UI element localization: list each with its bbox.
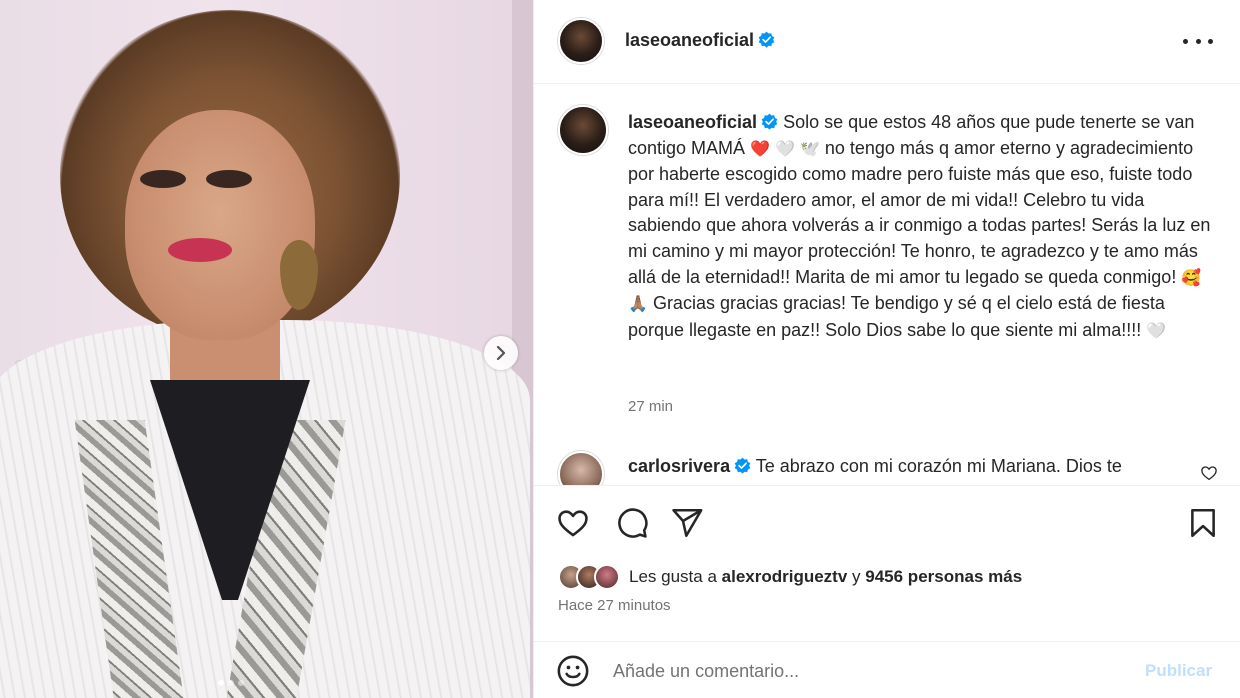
verified-badge-icon — [761, 113, 778, 130]
publish-button[interactable]: Publicar — [1145, 661, 1212, 681]
comment-item: carlosrivera Te abrazo con mi corazón mi… — [628, 454, 1198, 480]
liker-username[interactable]: alexrodrigueztv — [722, 567, 848, 586]
comment-bubble-icon — [618, 508, 648, 538]
dove-emoji: 🕊️ — [799, 140, 820, 158]
like-button[interactable] — [556, 506, 590, 540]
more-options-button[interactable] — [1183, 30, 1213, 52]
likes-prefix: Les gusta a — [629, 567, 717, 586]
comment-text: Te abrazo con mi corazón mi Mariana. Dio… — [755, 456, 1122, 476]
post-caption: laseoaneoficial Solo se que estos 48 año… — [628, 110, 1218, 344]
post-actions: Les gusta a alexrodrigueztv y 9456 perso… — [534, 485, 1240, 698]
verified-badge-icon — [758, 31, 775, 48]
verified-badge-icon — [734, 457, 751, 474]
carousel-next-button[interactable] — [484, 336, 518, 370]
likes-text: Les gusta a alexrodrigueztv y 9456 perso… — [629, 567, 1022, 587]
more-dot-icon — [1183, 38, 1188, 44]
face — [125, 110, 315, 340]
post-photo[interactable] — [0, 0, 533, 698]
folded-hands-emoji: 🙏🏽 — [628, 296, 648, 314]
carousel-dots — [218, 680, 244, 686]
comments-section[interactable]: laseoaneoficial Solo se que estos 48 año… — [534, 85, 1240, 485]
likes-conjunction: y — [852, 567, 861, 586]
red-heart-emoji: ❤️ — [750, 140, 770, 158]
white-heart-emoji: 🤍 — [775, 140, 795, 158]
save-button[interactable] — [1186, 506, 1220, 540]
send-paper-plane-icon — [672, 508, 703, 538]
post-date[interactable]: Hace 27 minutos — [558, 597, 671, 614]
add-comment-bar: Publicar — [534, 641, 1240, 698]
caption-avatar[interactable] — [558, 105, 608, 155]
emoji-smiley-icon[interactable] — [556, 654, 590, 688]
caption-text-part-3: Gracias gracias gracias! Te bendigo y sé… — [628, 293, 1165, 340]
more-dot-icon — [1208, 38, 1213, 44]
comment-like-icon[interactable] — [1200, 464, 1218, 482]
avatar — [594, 564, 620, 590]
white-heart-emoji: 🤍 — [1146, 322, 1167, 340]
post-detail-pane: laseoaneoficial laseoaneoficial Solo se … — [533, 0, 1240, 698]
header-username[interactable]: laseoaneoficial — [625, 30, 775, 51]
smiling-face-with-hearts-emoji: 🥰 — [1181, 269, 1202, 287]
more-dot-icon — [1195, 38, 1201, 44]
caption-username[interactable]: laseoaneoficial — [628, 112, 757, 132]
carousel-dot — [228, 680, 234, 686]
avatar[interactable] — [558, 18, 604, 64]
caption-timestamp[interactable]: 27 min — [628, 398, 673, 415]
share-button[interactable] — [670, 506, 704, 540]
caption-text-part-2: no tengo más q amor eterno y agradecimie… — [628, 137, 1211, 287]
liked-by-summary[interactable]: Les gusta a alexrodrigueztv y 9456 perso… — [558, 562, 1022, 592]
comment-button[interactable] — [615, 506, 649, 540]
post-header: laseoaneoficial — [534, 0, 1240, 84]
chevron-right-icon — [496, 346, 506, 360]
username-text[interactable]: laseoaneoficial — [625, 30, 754, 50]
bookmark-icon — [1191, 508, 1215, 538]
comment-username[interactable]: carlosrivera — [628, 456, 730, 476]
liker-avatars — [558, 564, 620, 590]
heart-icon — [558, 510, 588, 537]
lips — [168, 238, 232, 262]
carousel-dot — [238, 680, 244, 686]
comment-input[interactable] — [613, 656, 1123, 686]
carousel-dot — [218, 680, 224, 686]
comment-avatar[interactable] — [558, 451, 604, 485]
likes-count[interactable]: 9456 personas más — [865, 567, 1022, 586]
right-eye — [206, 170, 252, 188]
left-eye — [140, 170, 186, 188]
